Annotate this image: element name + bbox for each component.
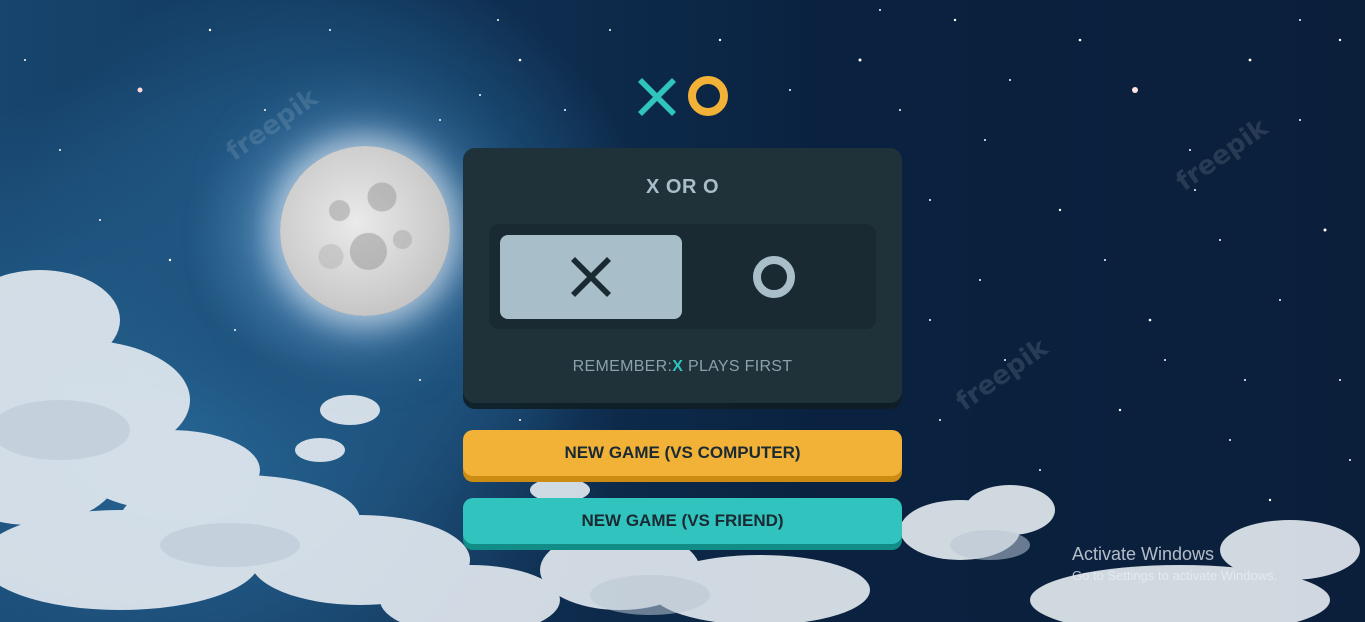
freepik-watermark: freepik [950, 332, 1054, 418]
panel-title: X OR O [645, 176, 719, 198]
activate-subtitle: Go to Settings to activate Windows. [1072, 568, 1278, 583]
option-o-button[interactable] [683, 235, 865, 319]
activate-windows-watermark: Activate Windows Go to Settings to activ… [1072, 544, 1277, 583]
freepik-watermark: freepik [220, 82, 324, 168]
remember-prefix: REMEMBER: [572, 358, 673, 375]
new-game-vs-friend-button[interactable]: NEW GAME (VS FRIEND) [463, 498, 902, 544]
x-mark-icon [638, 78, 676, 116]
freepik-watermark: freepik [1170, 112, 1274, 198]
activate-title: Activate Windows [1072, 544, 1215, 564]
game-logo [638, 76, 728, 116]
o-mark-icon [688, 76, 728, 116]
moon-image [280, 146, 450, 316]
remember-mark: X [672, 358, 684, 375]
remember-note: REMEMBER:X PLAYS FIRST [463, 358, 902, 376]
o-mark-icon [753, 256, 795, 298]
option-x-button[interactable] [500, 235, 682, 319]
x-mark-icon [571, 257, 611, 297]
new-game-vs-computer-button[interactable]: NEW GAME (VS COMPUTER) [463, 430, 902, 476]
remember-suffix: PLAYS FIRST [683, 358, 793, 375]
